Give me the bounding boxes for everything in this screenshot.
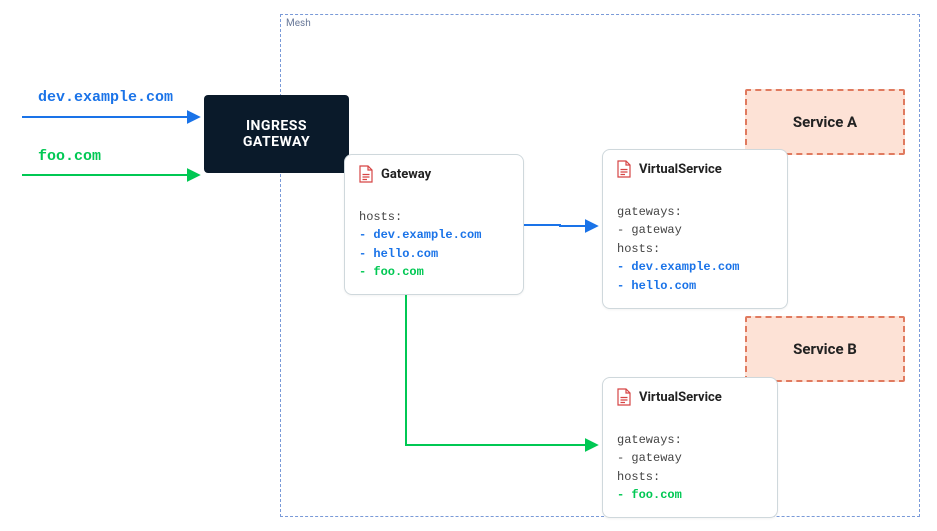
mesh-label: Mesh	[286, 18, 311, 29]
vs-b-host-1: - foo.com	[617, 488, 682, 502]
vs-b-gateways-key: gateways:	[617, 433, 682, 447]
ingress-gateway-label: INGRESS GATEWAY	[243, 118, 310, 150]
service-b-label: Service B	[793, 340, 857, 358]
document-icon	[359, 165, 373, 183]
vs-a-gateways-key: gateways:	[617, 205, 682, 219]
gateway-hosts-key: hosts:	[359, 210, 402, 224]
external-host-blue: dev.example.com	[38, 89, 173, 106]
gateway-card: Gateway hosts: - dev.example.com - hello…	[344, 154, 524, 295]
vs-b-gateway-item: - gateway	[617, 451, 682, 465]
virtualservice-a-card: VirtualService gateways: - gateway hosts…	[602, 149, 788, 309]
virtualservice-b-card: VirtualService gateways: - gateway hosts…	[602, 377, 778, 518]
gateway-title: Gateway	[381, 167, 431, 182]
vs-a-host-2: - hello.com	[617, 279, 696, 293]
service-b: Service B	[745, 316, 905, 382]
gateway-host-2: - hello.com	[359, 247, 438, 261]
gateway-host-1: - dev.example.com	[359, 228, 481, 242]
vs-a-host-1: - dev.example.com	[617, 260, 739, 274]
service-a: Service A	[745, 89, 905, 155]
external-host-green: foo.com	[38, 148, 101, 165]
vs-b-hosts-key: hosts:	[617, 470, 660, 484]
document-icon	[617, 160, 631, 178]
vs-a-gateway-item: - gateway	[617, 223, 682, 237]
gateway-host-3: - foo.com	[359, 265, 424, 279]
virtualservice-a-title: VirtualService	[639, 162, 722, 177]
document-icon	[617, 388, 631, 406]
service-a-label: Service A	[793, 113, 857, 131]
vs-a-hosts-key: hosts:	[617, 242, 660, 256]
ingress-gateway: INGRESS GATEWAY	[204, 95, 349, 173]
virtualservice-b-title: VirtualService	[639, 390, 722, 405]
